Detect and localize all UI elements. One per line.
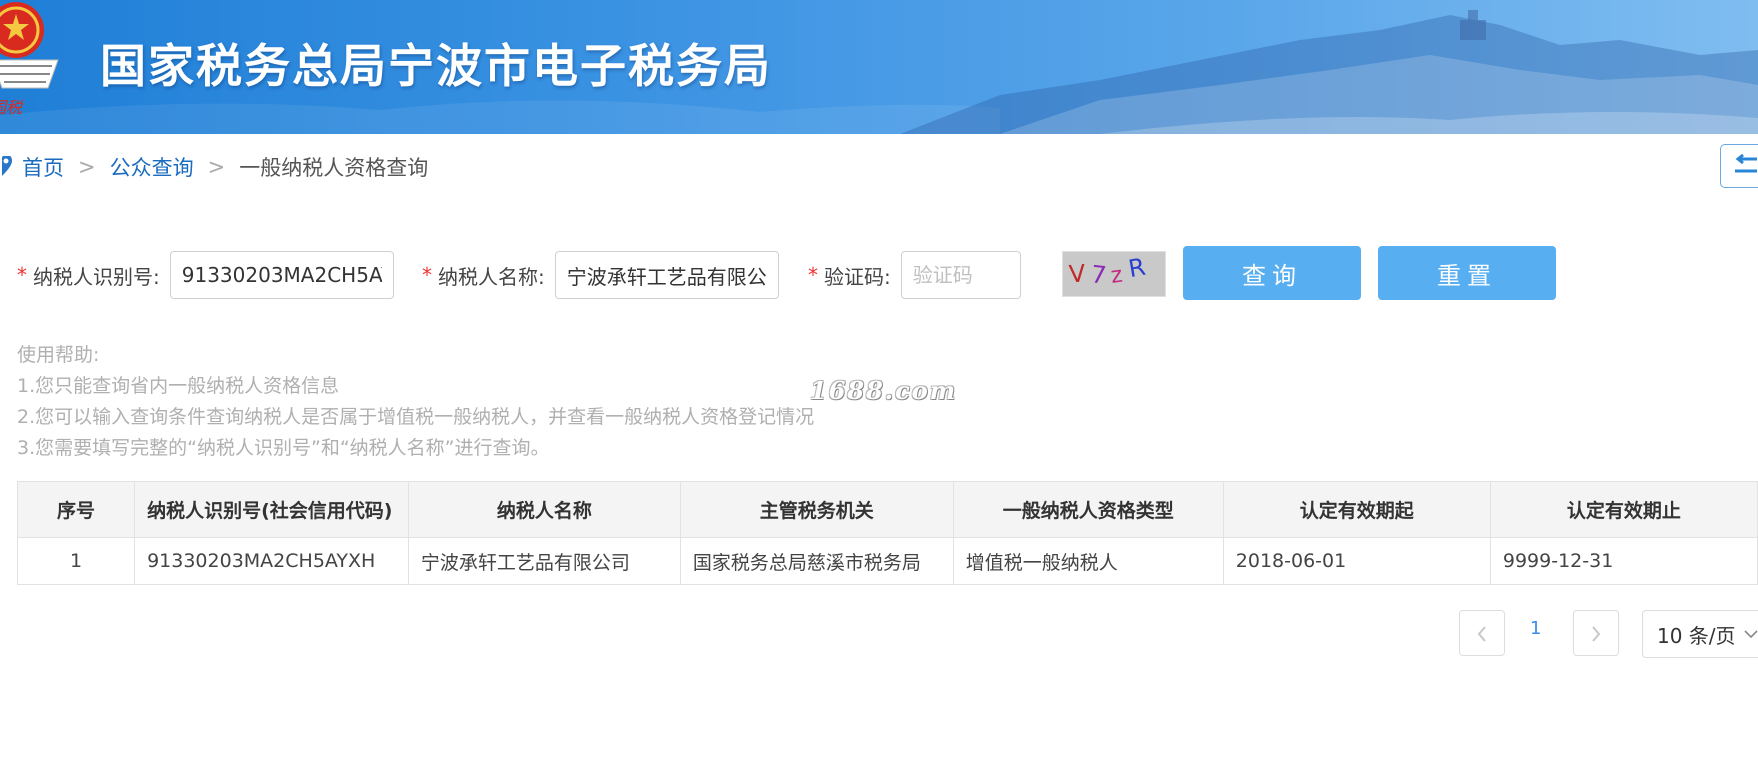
captcha-glyphs: V 7 z R [1068, 253, 1148, 290]
table-cell: 宁波承轩工艺品有限公司 [407, 537, 681, 585]
taxpayer-name-label: 纳税人名称: [438, 264, 545, 289]
breadcrumb-separator: > [207, 155, 226, 179]
chevron-right-icon [1592, 626, 1601, 642]
query-button[interactable]: 查询 [1183, 246, 1361, 300]
location-pin-icon [2, 156, 12, 176]
captcha-group: * 验证码: [808, 250, 1021, 300]
required-mark: * [422, 263, 432, 287]
column-header: 认定有效期起 [1222, 481, 1491, 538]
captcha-image[interactable]: V 7 z R [1062, 251, 1166, 297]
site-header: 国税 国家税务总局宁波市电子税务局 [0, 0, 1758, 134]
required-mark: * [808, 263, 818, 287]
help-line-2: 2.您可以输入查询条件查询纳税人是否属于增值税一般纳税人，并查看一般纳税人资格登… [17, 406, 815, 428]
site-title: 国家税务总局宁波市电子税务局 [100, 39, 772, 93]
column-header: 纳税人识别号(社会信用代码) [134, 481, 409, 538]
table-cell: 国家税务总局慈溪市税务局 [679, 537, 954, 585]
required-mark: * [17, 263, 27, 287]
taxpayer-id-input[interactable] [169, 251, 394, 299]
help-line-3: 3.您需要填写完整的“纳税人识别号”和“纳税人名称”进行查询。 [17, 437, 550, 459]
svg-text:V: V [1068, 259, 1087, 288]
watermark-text: 1688.com [810, 376, 958, 405]
column-header: 纳税人名称 [407, 481, 681, 538]
current-page-number[interactable]: 1 [1530, 618, 1541, 639]
taxpayer-name-group: * 纳税人名称: [422, 250, 779, 300]
breadcrumb: 首页 > 公众查询 > 一般纳税人资格查询 [0, 152, 428, 182]
chevron-down-icon [1743, 630, 1758, 639]
page-size-select[interactable]: 10 条/页 [1642, 610, 1758, 658]
table-row: 1 91330203MA2CH5AYXH 宁波承轩工艺品有限公司 国家税务总局慈… [16, 537, 1758, 585]
table-cell: 增值税一般纳税人 [952, 537, 1224, 585]
help-title: 使用帮助: [17, 344, 100, 366]
reset-button[interactable]: 重置 [1378, 246, 1556, 300]
results-table: 序号 纳税人识别号(社会信用代码) 纳税人名称 主管税务机关 一般纳税人资格类型… [16, 481, 1758, 585]
chevron-left-icon [1477, 626, 1486, 642]
table-cell: 91330203MA2CH5AYXH [134, 537, 409, 585]
breadcrumb-home-link[interactable]: 首页 [22, 152, 64, 182]
column-header: 一般纳税人资格类型 [952, 481, 1224, 538]
taxpayer-id-label: 纳税人识别号: [33, 264, 160, 289]
captcha-input[interactable] [900, 251, 1021, 299]
taxpayer-name-input[interactable] [554, 251, 779, 299]
svg-text:R: R [1126, 253, 1147, 283]
national-emblem-logo: 国税 [0, 2, 59, 117]
help-line-1: 1.您只能查询省内一般纳税人资格信息 [17, 375, 340, 397]
svg-text:国税: 国税 [0, 98, 24, 117]
column-header: 认定有效期止 [1489, 481, 1758, 538]
back-button[interactable] [1720, 144, 1758, 188]
table-cell: 2018-06-01 [1222, 537, 1491, 585]
captcha-label: 验证码: [824, 264, 891, 289]
table-cell: 1 [16, 537, 136, 585]
breadcrumb-current: 一般纳税人资格查询 [239, 156, 429, 180]
prev-page-button[interactable] [1459, 610, 1505, 656]
svg-text:z: z [1109, 263, 1124, 289]
column-header: 序号 [16, 481, 136, 538]
column-header: 主管税务机关 [679, 481, 954, 538]
taxpayer-id-group: * 纳税人识别号: [17, 250, 394, 300]
svg-text:7: 7 [1090, 260, 1108, 289]
breadcrumb-public-query-link[interactable]: 公众查询 [110, 152, 194, 182]
usage-help: 使用帮助: 1.您只能查询省内一般纳税人资格信息 2.您可以输入查询条件查询纳税… [17, 340, 814, 464]
table-header-row: 序号 纳税人识别号(社会信用代码) 纳税人名称 主管税务机关 一般纳税人资格类型… [16, 481, 1758, 538]
table-cell: 9999-12-31 [1489, 537, 1758, 585]
next-page-button[interactable] [1573, 610, 1619, 656]
breadcrumb-separator: > [78, 155, 96, 179]
back-arrow-icon [1735, 154, 1757, 173]
page-size-value: 10 条/页 [1657, 623, 1736, 648]
